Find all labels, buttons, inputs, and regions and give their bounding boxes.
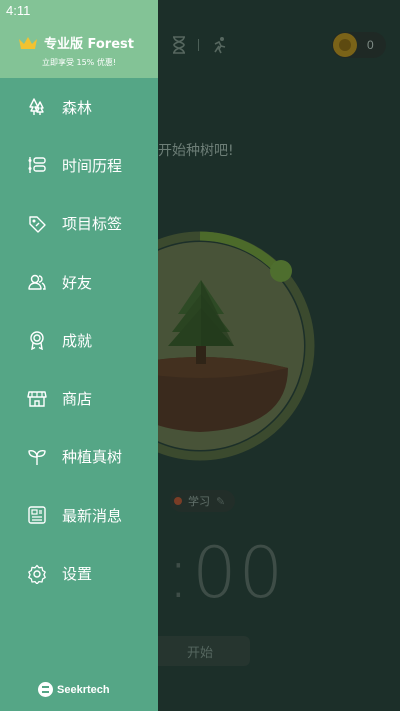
tag-icon	[29, 216, 46, 233]
settings-icon	[28, 564, 46, 584]
menu-item-plant-real-trees[interactable]: 种植真树	[0, 428, 158, 486]
brand-name: Seekrtech	[57, 683, 110, 696]
menu-item-settings[interactable]: 设置	[0, 544, 158, 602]
timer-handle[interactable]	[270, 260, 292, 282]
status-time: 4:11	[6, 3, 31, 18]
seekrtech-logo-icon	[38, 682, 53, 697]
menu-item-timeline[interactable]: 时间历程	[0, 136, 158, 194]
achievement-icon	[30, 331, 44, 351]
menu-item-label: 设置	[62, 565, 93, 584]
plant-prompt: 开始种树吧!	[158, 143, 234, 159]
menu-item-store[interactable]: 商店	[0, 369, 158, 427]
hourglass-icon[interactable]	[172, 36, 186, 54]
coin-count: 0	[367, 38, 374, 52]
promo-text: 立即享受 15% 优惠!	[41, 58, 117, 67]
friends-icon	[28, 274, 46, 290]
edit-icon: ✎	[216, 494, 226, 508]
menu-item-label: 项目标签	[62, 215, 123, 234]
runner-icon[interactable]	[211, 36, 227, 54]
tag-selector[interactable]: 学习 ✎	[170, 490, 236, 512]
menu-item-label: 种植真树	[62, 448, 123, 467]
divider	[198, 39, 199, 51]
menu-item-forest[interactable]: 森林	[0, 78, 158, 136]
status-bar: 4:11	[0, 0, 400, 22]
menu-item-friends[interactable]: 好友	[0, 253, 158, 311]
seekrtech-logo: Seekrtech	[38, 682, 110, 697]
forest-icon	[29, 98, 44, 116]
mode-toggle[interactable]	[172, 36, 227, 54]
menu-item-label: 好友	[62, 273, 93, 292]
tag-color-dot	[174, 497, 182, 505]
pro-title: 专业版 Forest	[44, 37, 134, 52]
coin-icon	[333, 33, 357, 57]
pro-title-row: 专业版 Forest	[18, 33, 134, 52]
start-button[interactable]: 开始	[150, 636, 250, 666]
crown-icon	[19, 36, 37, 49]
news-icon	[28, 506, 46, 524]
navigation-drawer: 专业版 Forest 立即享受 15% 优惠! 森林 时间历程 项目标签 好友 …	[0, 0, 158, 711]
tag-label: 学习	[188, 495, 210, 508]
menu-item-label: 成就	[62, 331, 93, 350]
menu-item-tags[interactable]: 项目标签	[0, 195, 158, 253]
drawer-menu: 森林 时间历程 项目标签 好友 成就 商店 种植真树 最新消息 设置	[0, 78, 158, 603]
menu-item-label: 最新消息	[62, 506, 123, 525]
coin-balance[interactable]: 0	[332, 32, 386, 58]
timeline-icon	[28, 157, 46, 174]
menu-item-label: 商店	[62, 390, 93, 409]
store-icon	[27, 390, 47, 407]
menu-item-label: 时间历程	[62, 156, 123, 175]
menu-item-news[interactable]: 最新消息	[0, 486, 158, 544]
menu-item-label: 森林	[62, 98, 93, 117]
sprout-icon	[28, 449, 46, 465]
menu-item-achievements[interactable]: 成就	[0, 311, 158, 369]
